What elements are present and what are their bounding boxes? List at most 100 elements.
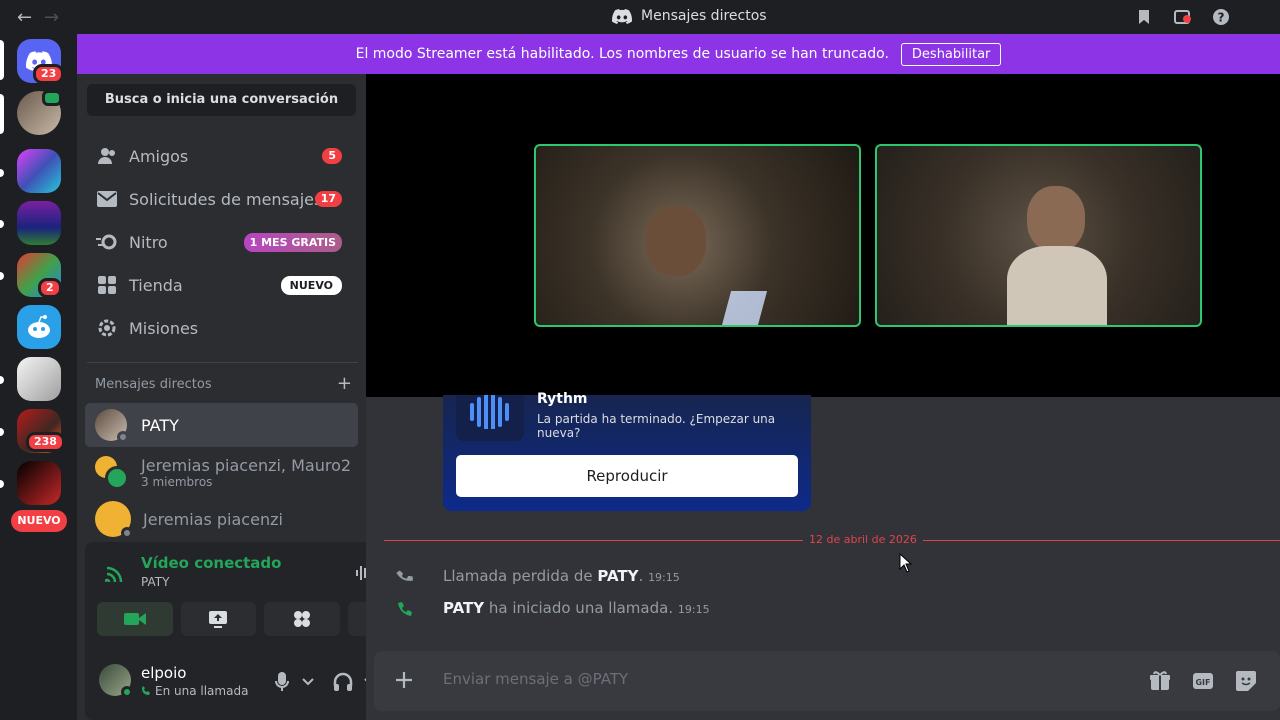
disable-streamer-button[interactable]: Deshabilitar — [900, 42, 1002, 66]
create-dm-plus-icon[interactable]: + — [337, 375, 352, 393]
back-arrow-icon[interactable]: ← — [17, 7, 32, 28]
bookmark-icon[interactable] — [1135, 8, 1153, 26]
video-feed — [1027, 186, 1085, 252]
voice-channel[interactable]: PATY — [141, 575, 169, 589]
message-username[interactable]: PATY — [443, 599, 484, 617]
play-button[interactable]: Reproducir — [456, 455, 798, 497]
dm-name: Jeremias piacenzi, Mauro2 — [141, 455, 352, 475]
window-title: Mensajes directos — [612, 8, 767, 24]
message-text: ha iniciado una llamada. — [484, 599, 674, 617]
dm-item-paty[interactable]: PATY — [85, 403, 358, 447]
microphone-icon[interactable] — [275, 672, 289, 692]
unread-dot — [0, 220, 4, 228]
nuevo-badge[interactable]: NUEVO — [11, 510, 67, 532]
message-text: . — [638, 567, 644, 585]
gif-icon[interactable]: GIF — [1192, 670, 1214, 692]
dm-item-jeremias[interactable]: Jeremias piacenzi — [85, 497, 358, 541]
user-status-text: En una llamada — [155, 684, 249, 698]
user-avatar[interactable] — [99, 664, 133, 698]
server-icon[interactable] — [17, 149, 61, 193]
gift-icon[interactable] — [1149, 670, 1171, 692]
nav-label: Amigos — [129, 146, 189, 166]
message-timestamp: 19:15 — [677, 603, 710, 616]
username: elpoio — [141, 664, 187, 682]
status-indicator — [121, 527, 133, 539]
system-message-missed-call: Llamada perdida de PATY. 19:15 — [443, 567, 680, 585]
chevron-down-icon[interactable] — [302, 678, 314, 686]
help-icon[interactable]: ? — [1212, 8, 1230, 26]
friends-badge: 5 — [322, 148, 342, 164]
message-input[interactable]: Enviar mensaje a @PATY — [443, 670, 628, 688]
server-icon[interactable] — [17, 461, 61, 505]
search-input[interactable]: Busca o inicia una conversación — [87, 84, 356, 116]
phone-icon — [142, 686, 150, 695]
nav-item-quests[interactable]: Misiones — [85, 308, 358, 348]
video-tile-paty[interactable] — [534, 144, 861, 327]
message-timestamp: 19:15 — [648, 571, 680, 584]
sticker-icon[interactable] — [1235, 670, 1257, 692]
nav-item-nitro[interactable]: Nitro 1 MES GRATIS — [85, 222, 358, 262]
requests-badge: 17 — [314, 191, 342, 207]
nav-item-message-requests[interactable]: Solicitudes de mensajes 17 — [85, 179, 358, 219]
dm-sidebar: Busca o inicia una conversación Amigos 5… — [77, 74, 435, 720]
activity-name: Rythm — [537, 391, 588, 407]
video-tile-self[interactable] — [875, 144, 1202, 327]
inbox-icon[interactable] — [1173, 8, 1191, 26]
dm-member-count: 3 miembros — [141, 474, 213, 489]
selected-indicator — [0, 40, 4, 80]
video-feed-light — [720, 291, 768, 325]
message-composer[interactable]: Enviar mensaje a @PATY GIF — [374, 651, 1280, 711]
nav-item-shop[interactable]: Tienda NUEVO — [85, 265, 358, 305]
server-badge: 238 — [26, 432, 65, 452]
camera-button[interactable] — [97, 602, 173, 636]
server-icon[interactable] — [17, 357, 61, 401]
status-indicator — [117, 431, 129, 443]
reddit-icon — [28, 315, 50, 338]
dm-section-title: Mensajes directos — [95, 377, 212, 392]
nav-item-friends[interactable]: Amigos 5 — [85, 136, 358, 176]
call-indicator — [0, 94, 4, 134]
add-attachment-icon[interactable] — [394, 670, 414, 690]
activity-embed: Rythm La partida ha terminado. ¿Empezar … — [443, 391, 811, 511]
server-badge: 2 — [38, 278, 62, 298]
title-bar: ← → Mensajes directos ? — [0, 0, 1280, 34]
avatar — [95, 409, 129, 443]
call-started-icon — [398, 602, 412, 616]
activities-button[interactable] — [264, 602, 340, 636]
dm-name: PATY — [141, 415, 179, 435]
nav-label: Misiones — [129, 318, 199, 338]
mail-icon — [95, 187, 119, 211]
status-indicator — [121, 686, 133, 698]
activities-icon — [293, 611, 310, 627]
activity-description: La partida ha terminado. ¿Empezar una nu… — [537, 412, 776, 440]
server-icon[interactable] — [17, 201, 61, 245]
avatar — [95, 501, 133, 539]
video-call-stage — [366, 74, 1280, 397]
dm-item-group[interactable]: Jeremias piacenzi, Mauro2 3 miembros — [85, 450, 358, 494]
rythm-icon — [456, 395, 524, 441]
nav-label: Nitro — [129, 232, 168, 252]
svg-text:?: ? — [1218, 11, 1225, 25]
avatar — [105, 466, 129, 490]
shop-icon — [95, 273, 119, 297]
unread-dot — [0, 480, 4, 488]
share-screen-button[interactable] — [180, 602, 256, 636]
unread-dot — [0, 169, 4, 177]
nitro-promo-badge: 1 MES GRATIS — [243, 232, 342, 252]
voice-status[interactable]: Vídeo conectado — [141, 554, 281, 572]
video-feed — [646, 206, 706, 276]
user-status: En una llamada — [141, 684, 248, 698]
video-call-icon — [42, 90, 62, 106]
unread-dot — [0, 376, 4, 384]
message-username[interactable]: PATY — [597, 567, 638, 585]
mouse-cursor-icon — [899, 553, 913, 573]
shop-new-badge: NUEVO — [280, 275, 342, 295]
forward-arrow-icon[interactable]: → — [44, 7, 59, 28]
headphones-icon[interactable] — [333, 672, 353, 692]
friends-icon — [95, 144, 119, 168]
unread-dot — [0, 428, 4, 436]
message-text: Llamada perdida de — [443, 567, 598, 585]
banner-text: El modo Streamer está habilitado. Los no… — [355, 46, 889, 62]
reddit-server-icon[interactable] — [17, 305, 61, 349]
dm-name: Jeremias piacenzi — [143, 509, 283, 529]
